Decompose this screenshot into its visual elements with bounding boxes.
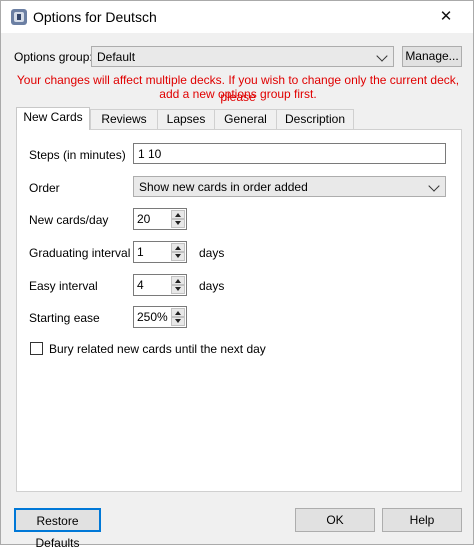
graduating-interval-spinner[interactable]: 1 bbox=[133, 241, 187, 263]
title-bar: Options for Deutsch ✕ bbox=[1, 1, 473, 33]
options-dialog: Options for Deutsch ✕ Options group: Def… bbox=[0, 0, 474, 550]
graduating-interval-label: Graduating interval bbox=[29, 246, 131, 260]
close-icon[interactable]: ✕ bbox=[431, 6, 461, 28]
spin-down-icon[interactable] bbox=[171, 252, 185, 261]
chevron-down-icon bbox=[376, 50, 388, 62]
bury-checkbox[interactable] bbox=[30, 342, 43, 355]
tab-reviews[interactable]: Reviews bbox=[90, 109, 158, 129]
spin-down-icon[interactable] bbox=[171, 285, 185, 294]
restore-defaults-button[interactable]: Restore Defaults bbox=[14, 508, 101, 550]
anki-icon bbox=[11, 9, 27, 25]
starting-ease-value: 250% bbox=[137, 310, 168, 324]
window-title: Options for Deutsch bbox=[33, 9, 157, 25]
warning-line-2: add a new options group first. bbox=[159, 87, 317, 101]
help-button[interactable]: Help bbox=[382, 508, 462, 532]
chevron-down-icon bbox=[428, 180, 440, 192]
order-value: Show new cards in order added bbox=[139, 180, 308, 194]
starting-ease-label: Starting ease bbox=[29, 311, 100, 325]
ok-button[interactable]: OK bbox=[295, 508, 375, 532]
tab-description[interactable]: Description bbox=[276, 109, 354, 129]
spin-down-icon[interactable] bbox=[171, 219, 185, 228]
new-cards-per-day-spinner[interactable]: 20 bbox=[133, 208, 187, 230]
new-cards-per-day-value: 20 bbox=[137, 212, 151, 226]
bury-label: Bury related new cards until the next da… bbox=[49, 342, 266, 356]
spin-up-icon[interactable] bbox=[171, 308, 185, 317]
tab-new-cards[interactable]: New Cards bbox=[16, 107, 90, 130]
options-group-label: Options group: bbox=[14, 50, 93, 64]
tab-general[interactable]: General bbox=[214, 109, 277, 129]
spin-up-icon[interactable] bbox=[171, 276, 185, 285]
steps-label: Steps (in minutes) bbox=[29, 148, 126, 162]
options-group-value: Default bbox=[97, 50, 136, 64]
spin-up-icon[interactable] bbox=[171, 243, 185, 252]
manage-button[interactable]: Manage... bbox=[402, 46, 462, 67]
easy-interval-spinner[interactable]: 4 bbox=[133, 274, 187, 296]
easy-interval-label: Easy interval bbox=[29, 279, 98, 293]
easy-interval-unit: days bbox=[199, 279, 225, 293]
spin-down-icon[interactable] bbox=[171, 317, 185, 326]
steps-input[interactable]: 1 10 bbox=[133, 143, 446, 164]
easy-interval-value: 4 bbox=[137, 278, 144, 292]
new-cards-per-day-label: New cards/day bbox=[29, 213, 109, 227]
graduating-interval-unit: days bbox=[199, 246, 225, 260]
steps-value: 1 10 bbox=[138, 147, 162, 161]
graduating-interval-value: 1 bbox=[137, 245, 144, 259]
starting-ease-spinner[interactable]: 250% bbox=[133, 306, 187, 328]
spin-up-icon[interactable] bbox=[171, 210, 185, 219]
order-label: Order bbox=[29, 181, 60, 195]
order-select[interactable]: Show new cards in order added bbox=[133, 176, 446, 197]
tab-lapses[interactable]: Lapses bbox=[157, 109, 215, 129]
options-group-select[interactable]: Default bbox=[91, 46, 394, 67]
